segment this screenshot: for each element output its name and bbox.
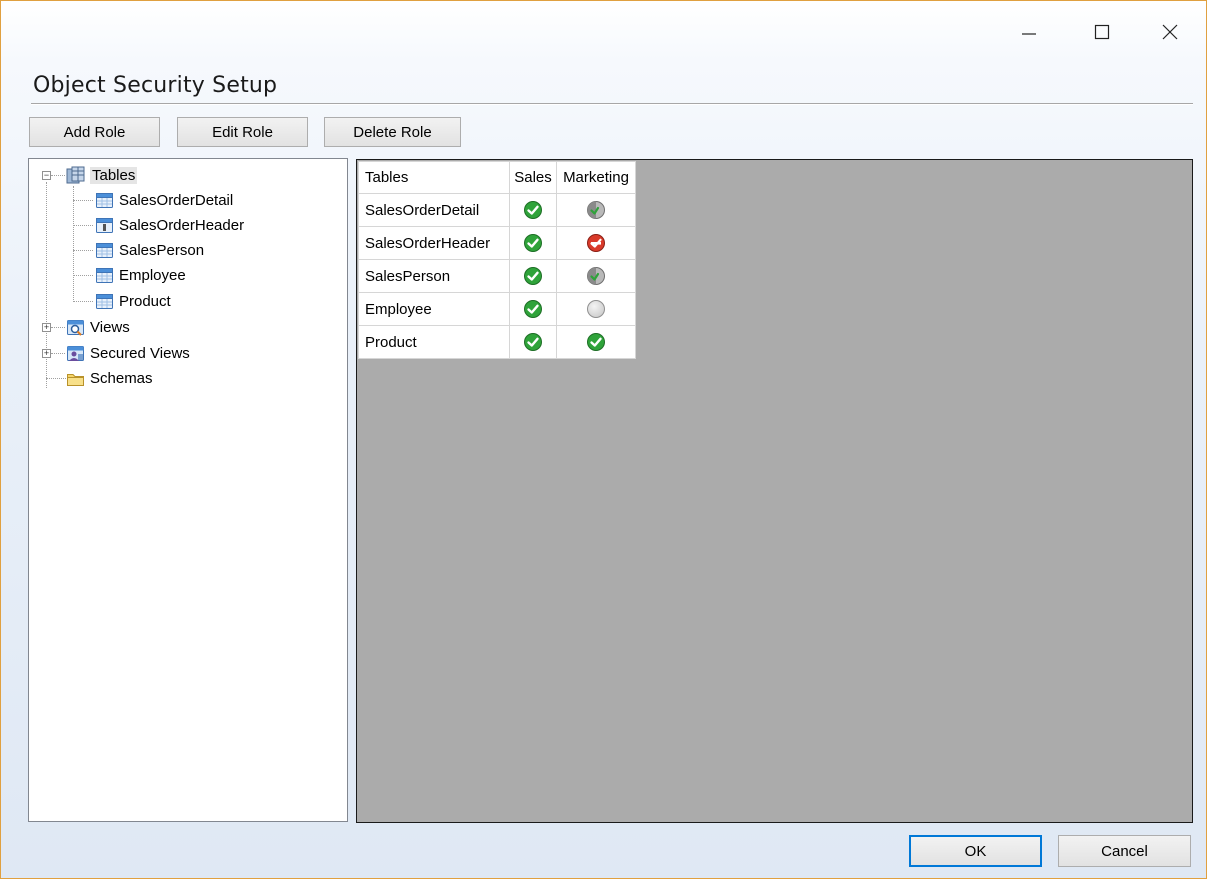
tree-node-label: Employee (119, 266, 186, 284)
table-row: Employee (358, 292, 636, 326)
views-icon (66, 318, 85, 337)
permission-table: Tables Sales Marketing SalesOrderDetail … (358, 161, 636, 359)
delete-role-button[interactable]: Delete Role (324, 117, 461, 147)
tree-node-label: Secured Views (90, 344, 190, 362)
sales-permission-cell[interactable] (509, 259, 557, 293)
views-expand-toggle[interactable]: + (42, 323, 51, 332)
object-tree[interactable]: − Tables SalesOrderDetail SalesOrderHead… (28, 158, 348, 822)
column-header-tables[interactable]: Tables (358, 161, 510, 194)
tree-node-table[interactable]: SalesOrderHeader (95, 213, 244, 237)
tree-node-label: SalesOrderHeader (119, 216, 245, 234)
title-divider (31, 103, 1193, 105)
table-icon (95, 266, 114, 285)
tree-node-schemas[interactable]: Schemas (66, 366, 153, 390)
sales-permission-cell[interactable] (509, 226, 557, 260)
close-button[interactable] (1147, 9, 1193, 55)
edit-role-button[interactable]: Edit Role (177, 117, 308, 147)
table-header-row: Tables Sales Marketing (358, 161, 636, 194)
ok-button[interactable]: OK (909, 835, 1042, 867)
cancel-button[interactable]: Cancel (1058, 835, 1191, 867)
permission-grid-area[interactable]: Tables Sales Marketing SalesOrderDetail … (356, 159, 1193, 823)
table-row: Product (358, 325, 636, 359)
folder-icon (66, 369, 85, 388)
dialog-window: Object Security Setup Add Role Edit Role… (0, 0, 1207, 879)
minimize-button[interactable] (1006, 9, 1052, 55)
tree-node-label: Views (90, 318, 130, 336)
marketing-permission-cell[interactable] (556, 259, 636, 293)
maximize-button[interactable] (1079, 9, 1125, 55)
tree-node-views[interactable]: Views (66, 315, 130, 339)
marketing-permission-cell[interactable] (556, 325, 636, 359)
denied-icon (586, 233, 606, 253)
table-row: SalesPerson (358, 259, 636, 293)
sales-permission-cell[interactable] (509, 325, 557, 359)
check-circle-icon (523, 200, 543, 220)
secured-views-expand-toggle[interactable]: + (42, 349, 51, 358)
partial-check-icon (586, 266, 606, 286)
tree-node-table[interactable]: SalesOrderDetail (95, 188, 233, 212)
close-icon (1162, 24, 1178, 40)
secured-views-icon (66, 344, 85, 363)
check-circle-icon (523, 299, 543, 319)
table-row: SalesOrderDetail (358, 193, 636, 227)
tree-node-label: Product (119, 292, 171, 310)
tables-collapse-toggle[interactable]: − (42, 171, 51, 180)
row-name: SalesPerson (358, 259, 510, 293)
sales-permission-cell[interactable] (509, 292, 557, 326)
maximize-icon (1094, 24, 1110, 40)
tree-node-table[interactable]: SalesPerson (95, 238, 204, 262)
marketing-permission-cell[interactable] (556, 193, 636, 227)
tree-node-secured-views[interactable]: Secured Views (66, 341, 190, 365)
check-circle-icon (523, 332, 543, 352)
column-header-sales[interactable]: Sales (509, 161, 557, 194)
sales-permission-cell[interactable] (509, 193, 557, 227)
tree-node-tables[interactable]: Tables (66, 163, 138, 187)
row-name: SalesOrderDetail (358, 193, 510, 227)
minimize-icon (1022, 33, 1036, 35)
tree-node-label: SalesPerson (119, 241, 205, 259)
tree-node-table[interactable]: Product (95, 289, 171, 313)
row-name: Product (358, 325, 510, 359)
empty-circle-icon (586, 299, 606, 319)
dialog-title: Object Security Setup (33, 73, 278, 98)
row-name: Employee (358, 292, 510, 326)
table-icon (95, 191, 114, 210)
row-name: SalesOrderHeader (358, 226, 510, 260)
tree-node-table[interactable]: Employee (95, 263, 186, 287)
table-key-icon (95, 216, 114, 235)
check-circle-icon (523, 266, 543, 286)
marketing-permission-cell[interactable] (556, 226, 636, 260)
tree-node-label: SalesOrderDetail (119, 191, 234, 209)
marketing-permission-cell[interactable] (556, 292, 636, 326)
partial-check-icon (586, 200, 606, 220)
column-header-marketing[interactable]: Marketing (556, 161, 636, 194)
tree-node-label: Tables (90, 166, 138, 184)
tree-node-label: Schemas (90, 369, 153, 387)
table-icon (95, 241, 114, 260)
database-tables-icon (66, 166, 85, 185)
add-role-button[interactable]: Add Role (29, 117, 160, 147)
table-row: SalesOrderHeader (358, 226, 636, 260)
table-icon (95, 292, 114, 311)
check-circle-icon (586, 332, 606, 352)
check-circle-icon (523, 233, 543, 253)
